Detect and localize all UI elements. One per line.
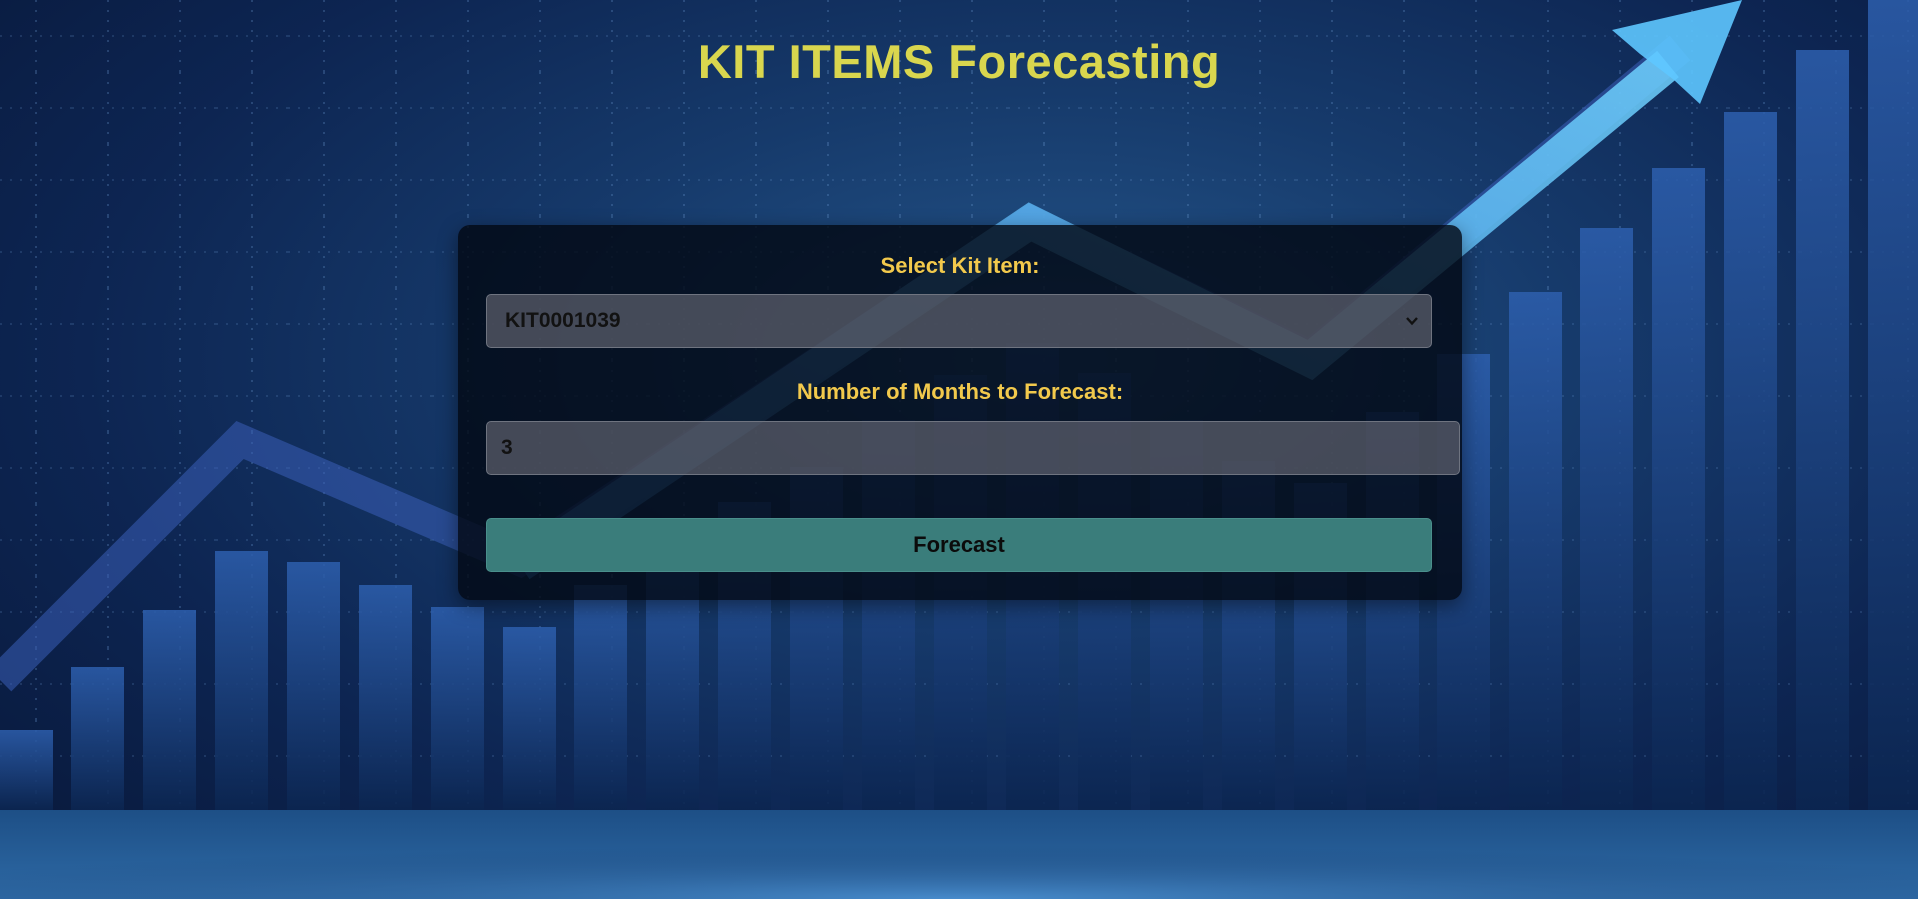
forecast-form-panel: Select Kit Item: KIT0001039 Number of Mo…: [458, 225, 1462, 600]
months-input[interactable]: 3: [486, 421, 1460, 475]
kit-item-label: Select Kit Item:: [880, 253, 1040, 278]
kit-item-select[interactable]: KIT0001039: [486, 294, 1432, 348]
page-title: KIT ITEMS Forecasting: [697, 35, 1221, 88]
months-label: Number of Months to Forecast:: [796, 379, 1124, 404]
kit-item-selected-value: KIT0001039: [505, 309, 621, 332]
page: KIT ITEMS Forecasting Select Kit Item: K…: [0, 0, 1918, 899]
months-input-value: 3: [501, 436, 513, 459]
forecast-button[interactable]: Forecast: [486, 518, 1432, 572]
chevron-down-icon: [1406, 317, 1418, 326]
